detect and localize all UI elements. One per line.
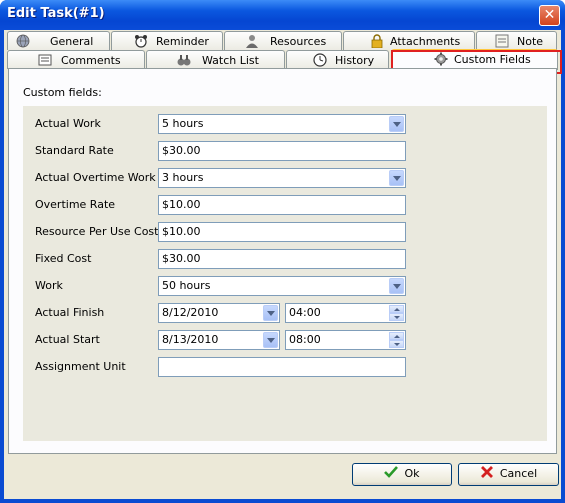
tab-comments[interactable]: Comments <box>7 50 145 69</box>
overtime-rate-field[interactable]: $10.00 <box>158 195 406 215</box>
actual-work-value: 5 hours <box>162 117 204 130</box>
assignment-unit-label: Assignment Unit <box>35 360 126 373</box>
binoculars-icon <box>177 55 191 66</box>
tab-label: Note <box>517 35 544 48</box>
tab-attachments[interactable]: Attachments <box>343 31 475 50</box>
fixed-cost-value: $30.00 <box>162 252 201 265</box>
standard-rate-value: $30.00 <box>162 144 201 157</box>
resource-per-use-cost-value: $10.00 <box>162 225 201 238</box>
standard-rate-label: Standard Rate <box>35 144 114 157</box>
actual-overtime-work-label: Actual Overtime Work <box>35 171 156 184</box>
chevron-down-icon[interactable] <box>389 116 404 132</box>
title-bar[interactable]: Edit Task(#1) ✕ <box>0 0 565 30</box>
tab-history[interactable]: History <box>286 50 389 69</box>
chevron-down-icon[interactable] <box>389 278 404 294</box>
chevron-down-icon[interactable] <box>263 332 278 348</box>
actual-overtime-work-value: 3 hours <box>162 171 204 184</box>
actual-start-time-picker[interactable]: 08:00 <box>285 330 406 350</box>
actual-start-date-value: 8/13/2010 <box>162 333 219 346</box>
resource-per-use-cost-label: Resource Per Use Cost <box>35 225 159 238</box>
padlock-icon <box>371 34 383 48</box>
actual-overtime-work-select[interactable]: 3 hours <box>158 168 406 188</box>
time-spinner[interactable] <box>389 305 404 321</box>
actual-start-time-value: 08:00 <box>289 333 321 346</box>
gear-icon <box>434 52 448 66</box>
tab-custom-fields[interactable]: Custom Fields <box>391 49 558 70</box>
cancel-button[interactable]: Cancel <box>458 463 559 486</box>
tab-general[interactable]: General <box>7 31 110 50</box>
actual-finish-time-picker[interactable]: 04:00 <box>285 303 406 323</box>
assignment-unit-field[interactable] <box>158 357 406 377</box>
person-icon <box>246 35 258 48</box>
close-icon: ✕ <box>543 7 556 23</box>
fixed-cost-label: Fixed Cost <box>35 252 92 265</box>
tab-reminder[interactable]: Reminder <box>111 31 223 50</box>
cancel-label: Cancel <box>499 467 538 480</box>
section-label: Custom fields: <box>23 86 102 99</box>
work-value: 50 hours <box>162 279 211 292</box>
tab-label: Attachments <box>390 35 461 48</box>
actual-start-date-picker[interactable]: 8/13/2010 <box>158 330 280 350</box>
work-select[interactable]: 50 hours <box>158 276 406 296</box>
spin-up-icon[interactable] <box>389 305 404 313</box>
tab-label: History <box>335 54 375 67</box>
custom-fields-panel: Custom fields: Actual Work 5 hours Stand… <box>8 68 557 454</box>
cancel-x-icon <box>480 466 493 478</box>
overtime-rate-value: $10.00 <box>162 198 201 211</box>
comments-icon <box>38 54 52 66</box>
tab-label: General <box>50 35 94 48</box>
actual-work-label: Actual Work <box>35 117 101 130</box>
ok-button[interactable]: Ok <box>352 463 452 486</box>
tab-label: Reminder <box>156 35 209 48</box>
alarm-clock-icon <box>135 35 147 48</box>
tab-label: Comments <box>61 54 121 67</box>
actual-finish-label: Actual Finish <box>35 306 105 319</box>
actual-work-select[interactable]: 5 hours <box>158 114 406 134</box>
standard-rate-field[interactable]: $30.00 <box>158 141 406 161</box>
actual-finish-date-value: 8/12/2010 <box>162 306 219 319</box>
actual-start-label: Actual Start <box>35 333 100 346</box>
spin-down-icon[interactable] <box>389 340 404 348</box>
tab-label: Watch List <box>202 54 259 67</box>
tab-label: Resources <box>270 35 327 48</box>
spin-up-icon[interactable] <box>389 332 404 340</box>
chevron-down-icon[interactable] <box>263 305 278 321</box>
fixed-cost-field[interactable]: $30.00 <box>158 249 406 269</box>
clock-icon <box>313 53 327 67</box>
spin-down-icon[interactable] <box>389 313 404 321</box>
work-label: Work <box>35 279 63 292</box>
overtime-rate-label: Overtime Rate <box>35 198 116 211</box>
close-button[interactable]: ✕ <box>539 5 560 26</box>
pushpin-icon <box>495 34 509 48</box>
actual-finish-time-value: 04:00 <box>289 306 321 319</box>
globe-icon <box>16 34 30 48</box>
actual-finish-date-picker[interactable]: 8/12/2010 <box>158 303 280 323</box>
custom-fields-area: Actual Work 5 hours Standard Rate $30.00… <box>23 106 547 441</box>
edit-task-window: Edit Task(#1) ✕ General Reminder Resourc… <box>0 0 565 503</box>
tab-label: Custom Fields <box>454 53 531 66</box>
tab-note[interactable]: Note <box>476 31 557 50</box>
tab-resources[interactable]: Resources <box>224 31 342 50</box>
ok-label: Ok <box>404 467 420 480</box>
resource-per-use-cost-field[interactable]: $10.00 <box>158 222 406 242</box>
dialog-body: General Reminder Resources Attachments N… <box>4 30 562 499</box>
time-spinner[interactable] <box>389 332 404 348</box>
checkmark-icon <box>384 466 399 478</box>
tab-watch-list[interactable]: Watch List <box>146 50 285 69</box>
window-title: Edit Task(#1) <box>7 6 105 21</box>
chevron-down-icon[interactable] <box>389 170 404 186</box>
